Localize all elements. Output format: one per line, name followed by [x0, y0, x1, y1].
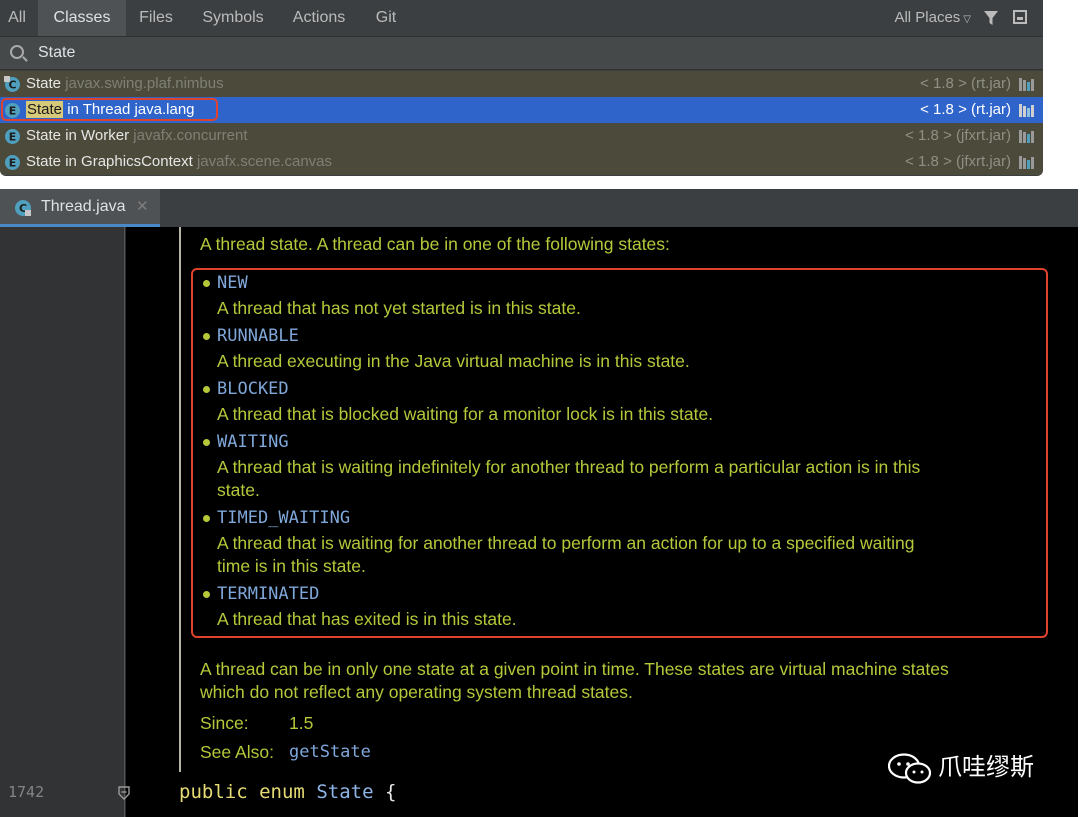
tab-thread-java[interactable]: C Thread.java ✕ — [0, 189, 160, 227]
editor-tabbar: C Thread.java ✕ — [0, 189, 1078, 227]
state-name: TERMINATED — [217, 584, 320, 604]
annotation-highlight-box — [1, 98, 218, 121]
wechat-icon — [888, 753, 932, 784]
filter-icon[interactable] — [983, 10, 999, 26]
enum-icon: E — [5, 155, 20, 170]
close-icon[interactable]: ✕ — [136, 189, 149, 225]
state-name: BLOCKED — [217, 379, 289, 399]
result-rest: in GraphicsContext — [61, 153, 193, 170]
bullet-icon — [203, 386, 210, 393]
class-icon: C — [15, 200, 31, 216]
places-dropdown[interactable]: All Places ▽ — [894, 0, 971, 36]
result-name: State — [26, 153, 62, 170]
doc-paragraph: which do not reflect any operating syste… — [200, 682, 633, 702]
bullet-icon — [203, 439, 210, 446]
annotation-highlight-box — [191, 268, 1048, 638]
library-icon — [1019, 104, 1034, 117]
list-item[interactable]: E State in Worker javafx.concurrent < 1.… — [0, 123, 1043, 149]
results-list: C State javax.swing.plaf.nimbus < 1.8 > … — [0, 71, 1043, 175]
keyword: enum — [259, 781, 305, 803]
state-description: A thread executing in the Java virtual m… — [217, 351, 690, 371]
watermark-text: 爪哇缪斯 — [938, 754, 1034, 781]
state-name: NEW — [217, 273, 248, 293]
bullet-icon — [203, 591, 210, 598]
tab-label: Thread.java — [41, 198, 126, 215]
result-rest: in Worker — [61, 127, 130, 144]
search-input[interactable]: State — [38, 37, 75, 69]
state-description: A thread that is waiting indefinitely fo… — [217, 457, 921, 477]
state-description: time is in this state. — [217, 556, 366, 576]
keyword: public — [179, 781, 248, 803]
state-name: WAITING — [217, 432, 289, 452]
library-icon — [1019, 156, 1034, 169]
result-library: < 1.8 > (rt.jar) — [920, 101, 1011, 118]
result-name: State — [26, 75, 62, 92]
library-icon — [1019, 78, 1034, 91]
tab-classes[interactable]: Classes — [38, 0, 126, 36]
see-also-label: See Also: — [200, 742, 274, 762]
state-description: A thread that has exited is in this stat… — [217, 609, 517, 629]
list-item[interactable]: E State in GraphicsContext javafx.scene.… — [0, 149, 1043, 175]
scope-tabbar: All Classes Files Symbols Actions Git Al… — [0, 0, 1043, 36]
tab-files[interactable]: Files — [128, 0, 184, 36]
tab-all[interactable]: All — [0, 0, 34, 36]
code-line: public enum State { — [179, 781, 396, 803]
doc-intro: A thread state. A thread can be in one o… — [200, 234, 670, 254]
result-name: State — [26, 127, 62, 144]
result-library: < 1.8 > (jfxrt.jar) — [905, 153, 1011, 170]
since-label: Since: — [200, 713, 249, 733]
result-package: javafx.concurrent — [133, 127, 248, 144]
result-library: < 1.8 > (rt.jar) — [920, 75, 1011, 92]
line-number: 1742 — [8, 783, 45, 801]
preview-toggle-icon[interactable] — [1013, 10, 1027, 24]
doc-comment-bar — [179, 227, 181, 772]
see-also-link[interactable]: getState — [289, 742, 371, 762]
tab-git[interactable]: Git — [364, 0, 408, 36]
line-gutter — [0, 227, 125, 817]
editor-window: C Thread.java ✕ A thread state. A thread… — [0, 189, 1078, 817]
result-package: javafx.scene.canvas — [196, 153, 333, 170]
enum-icon: E — [5, 129, 20, 144]
state-description: A thread that has not yet started is in … — [217, 298, 581, 318]
bullet-icon — [203, 333, 210, 340]
state-name: RUNNABLE — [217, 326, 299, 346]
search-row: State — [0, 36, 1043, 70]
svg-text:E: E — [9, 131, 17, 144]
bullet-icon — [203, 515, 210, 522]
svg-text:E: E — [9, 157, 17, 170]
library-icon — [1019, 130, 1034, 143]
bullet-icon — [203, 280, 210, 287]
list-item[interactable]: C State javax.swing.plaf.nimbus < 1.8 > … — [0, 71, 1043, 97]
list-item-selected[interactable]: E State in Thread java.lang < 1.8 > (rt.… — [0, 97, 1043, 123]
result-package: javax.swing.plaf.nimbus — [65, 75, 224, 92]
fold-marker-icon[interactable] — [118, 786, 130, 800]
brace: { — [384, 781, 397, 803]
identifier: State — [316, 781, 374, 803]
tab-actions[interactable]: Actions — [283, 0, 355, 36]
search-icon — [10, 45, 24, 59]
places-label: All Places — [894, 9, 961, 26]
doc-paragraph: A thread can be in only one state at a g… — [200, 659, 949, 679]
state-description: state. — [217, 480, 260, 500]
tab-symbols[interactable]: Symbols — [190, 0, 276, 36]
result-library: < 1.8 > (jfxrt.jar) — [905, 127, 1011, 144]
state-name: TIMED_WAITING — [217, 508, 351, 528]
state-description: A thread that is waiting for another thr… — [217, 533, 915, 553]
state-description: A thread that is blocked waiting for a m… — [217, 404, 714, 424]
since-value: 1.5 — [289, 713, 314, 733]
chevron-down-icon: ▽ — [963, 14, 971, 25]
search-everywhere-popup: All Classes Files Symbols Actions Git Al… — [0, 0, 1043, 176]
class-icon: C — [4, 76, 20, 92]
